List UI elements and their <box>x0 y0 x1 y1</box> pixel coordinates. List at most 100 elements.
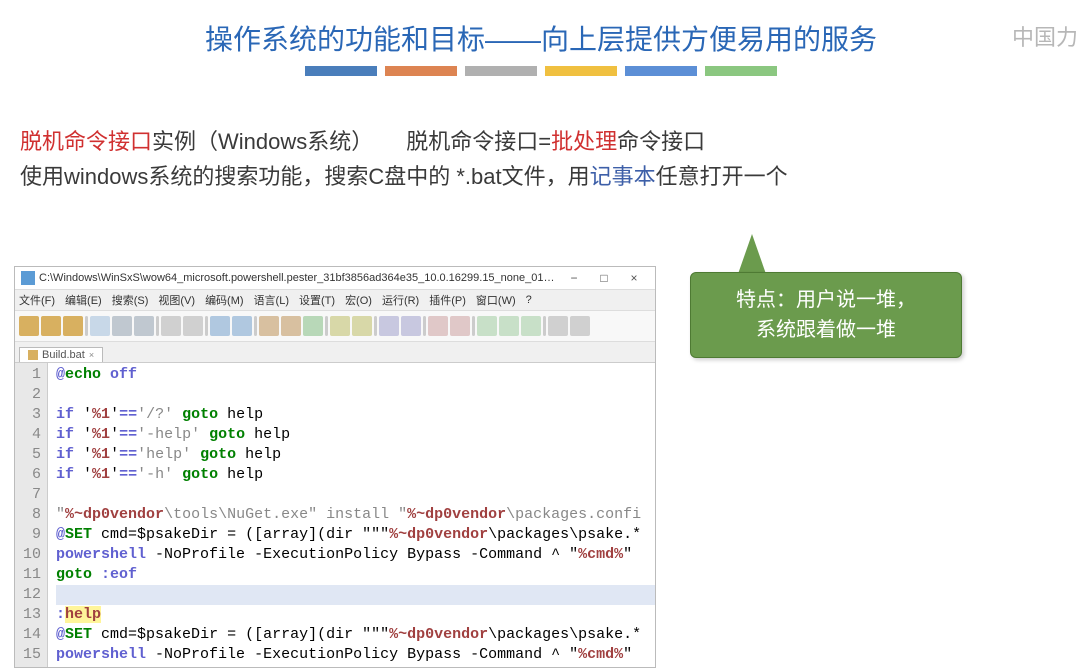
code-token: " <box>623 646 632 663</box>
code-line[interactable]: if '%1'=='-help' goto help <box>56 425 655 445</box>
toolbar-button[interactable] <box>374 316 377 336</box>
menu-item[interactable]: 宏(O) <box>345 292 372 308</box>
code-token: 'help' <box>137 446 200 463</box>
toolbar-button[interactable] <box>156 316 159 336</box>
toolbar-button[interactable] <box>472 316 475 336</box>
code-token: ' <box>83 406 92 423</box>
menu-item[interactable]: 运行(R) <box>382 292 419 308</box>
body-line1-sep <box>362 129 406 154</box>
code-line[interactable] <box>56 585 655 605</box>
code-line[interactable]: @echo off <box>56 365 655 385</box>
toolbar-button[interactable] <box>499 316 519 336</box>
menu-item[interactable]: 编辑(E) <box>65 292 102 308</box>
bar-gray <box>465 66 537 76</box>
code-line[interactable]: if '%1'=='help' goto help <box>56 445 655 465</box>
toolbar-button[interactable] <box>428 316 448 336</box>
toolbar-button[interactable] <box>570 316 590 336</box>
toolbar-button[interactable] <box>548 316 568 336</box>
code-line[interactable]: if '%1'=='/?' goto help <box>56 405 655 425</box>
toolbar-button[interactable] <box>259 316 279 336</box>
toolbar-button[interactable] <box>205 316 208 336</box>
menu-item[interactable]: 文件(F) <box>19 292 55 308</box>
code-line[interactable]: if '%1'=='-h' goto help <box>56 465 655 485</box>
menu-item[interactable]: ? <box>526 294 532 306</box>
toolbar-button[interactable] <box>210 316 230 336</box>
toolbar-button[interactable] <box>477 316 497 336</box>
line-number: 12 <box>23 585 41 605</box>
code-line[interactable]: :help <box>56 605 655 625</box>
toolbar-button[interactable] <box>423 316 426 336</box>
toolbar-button[interactable] <box>254 316 257 336</box>
body-line-1: 脱机命令接口实例（Windows系统） 脱机命令接口=批处理命令接口 <box>20 124 1062 159</box>
toolbar-button[interactable] <box>543 316 546 336</box>
menu-item[interactable]: 窗口(W) <box>476 292 516 308</box>
tab-bar: Build.bat × <box>15 342 655 363</box>
toolbar-button[interactable] <box>63 316 83 336</box>
editor-window: C:\Windows\WinSxS\wow64_microsoft.powers… <box>14 266 656 668</box>
toolbar-button[interactable] <box>450 316 470 336</box>
code-line[interactable] <box>56 485 655 505</box>
page-title: 操作系统的功能和目标——向上层提供方便易用的服务 <box>0 18 1082 58</box>
menu-item[interactable]: 搜索(S) <box>112 292 149 308</box>
code-token: if <box>56 426 83 443</box>
body-line1-p2a: 脱机命令接口= <box>406 129 551 154</box>
close-button[interactable]: × <box>619 271 649 285</box>
code-token: off <box>110 366 137 383</box>
bar-orange <box>385 66 457 76</box>
toolbar-button[interactable] <box>330 316 350 336</box>
maximize-button[interactable]: □ <box>589 271 619 285</box>
menu-item[interactable]: 插件(P) <box>429 292 466 308</box>
menu-bar: 文件(F) 编辑(E) 搜索(S) 视图(V) 编码(M) 语言(L) 设置(T) 宏(O) 运… <box>15 290 655 311</box>
toolbar-button[interactable] <box>281 316 301 336</box>
toolbar-button[interactable] <box>183 316 203 336</box>
code-token: == <box>119 466 137 483</box>
code-line[interactable]: powershell -NoProfile -ExecutionPolicy B… <box>56 645 655 665</box>
code-token: ' <box>110 466 119 483</box>
body-line-2: 使用windows系统的搜索功能，搜索C盘中的 *.bat文件，用记事本任意打开… <box>20 159 1062 194</box>
code-line[interactable]: powershell -NoProfile -ExecutionPolicy B… <box>56 545 655 565</box>
menu-item[interactable]: 编码(M) <box>205 292 244 308</box>
toolbar-button[interactable] <box>90 316 110 336</box>
toolbar-button[interactable] <box>41 316 61 336</box>
toolbar-button[interactable] <box>161 316 181 336</box>
code-token: if <box>56 446 83 463</box>
code-line[interactable]: @SET cmd=$psakeDir = ([array](dir """%~d… <box>56 625 655 645</box>
code-token: ' <box>110 426 119 443</box>
code-token: ' <box>83 446 92 463</box>
code-token: :eof <box>101 566 137 583</box>
code-token: \packages.confi <box>506 506 641 523</box>
toolbar-button[interactable] <box>232 316 252 336</box>
minimize-button[interactable]: − <box>559 271 589 285</box>
window-titlebar[interactable]: C:\Windows\WinSxS\wow64_microsoft.powers… <box>15 267 655 290</box>
code-line[interactable]: @SET cmd=$psakeDir = ([array](dir """%~d… <box>56 525 655 545</box>
toolbar-button[interactable] <box>19 316 39 336</box>
code-token: echo <box>65 366 110 383</box>
toolbar-button[interactable] <box>85 316 88 336</box>
toolbar-button[interactable] <box>112 316 132 336</box>
code-content[interactable]: @echo off if '%1'=='/?' goto helpif '%1'… <box>48 363 655 667</box>
file-tab[interactable]: Build.bat × <box>19 347 103 362</box>
callout-line-2: 系统跟着做一堆 <box>701 315 951 345</box>
line-number: 10 <box>23 545 41 565</box>
line-number: 2 <box>23 385 41 405</box>
toolbar-button[interactable] <box>134 316 154 336</box>
toolbar-button[interactable] <box>521 316 541 336</box>
code-line[interactable]: goto :eof <box>56 565 655 585</box>
tab-close-icon[interactable]: × <box>89 350 94 360</box>
menu-item[interactable]: 语言(L) <box>254 292 289 308</box>
toolbar-button[interactable] <box>303 316 323 336</box>
code-token: help <box>227 406 263 423</box>
tab-label: Build.bat <box>42 349 85 361</box>
code-token: help <box>65 606 101 623</box>
toolbar-button[interactable] <box>352 316 372 336</box>
menu-item[interactable]: 视图(V) <box>158 292 195 308</box>
code-line[interactable]: "%~dp0vendor\tools\NuGet.exe" install "%… <box>56 505 655 525</box>
menu-item[interactable]: 设置(T) <box>299 292 335 308</box>
body-line2-b: 任意打开一个 <box>656 164 788 189</box>
code-token: if <box>56 466 83 483</box>
code-line[interactable] <box>56 385 655 405</box>
toolbar-button[interactable] <box>401 316 421 336</box>
line-number: 7 <box>23 485 41 505</box>
toolbar-button[interactable] <box>379 316 399 336</box>
toolbar-button[interactable] <box>325 316 328 336</box>
